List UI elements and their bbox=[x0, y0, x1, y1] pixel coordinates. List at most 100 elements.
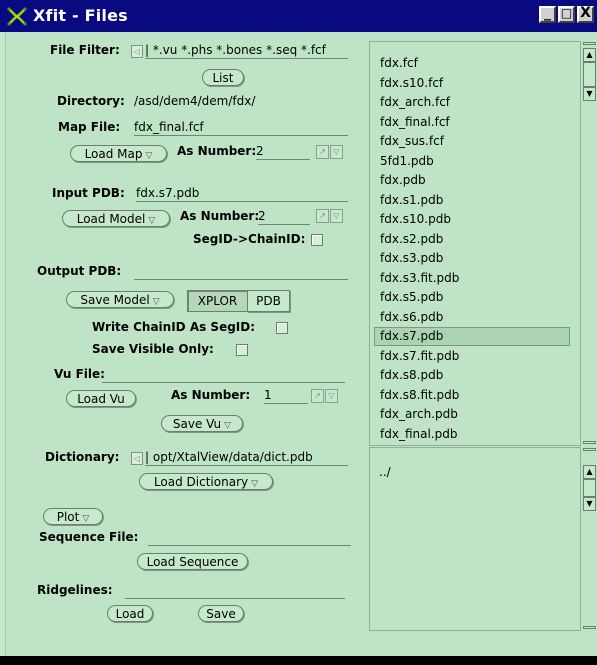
save-visible-label: Save Visible Only: bbox=[92, 342, 214, 356]
file-filter-cycle-icon[interactable]: ◁ bbox=[131, 45, 143, 58]
file-list-scrollbar[interactable]: ▲ ▼ bbox=[581, 41, 597, 446]
vu-as-number-label: As Number: bbox=[171, 388, 251, 402]
vu-as-number-input[interactable]: 1 bbox=[264, 388, 308, 404]
input-pdb-label: Input PDB: bbox=[52, 186, 125, 200]
output-pdb-input[interactable] bbox=[134, 264, 348, 280]
load-sequence-button[interactable]: Load Sequence bbox=[137, 553, 248, 570]
xfit-app-icon bbox=[6, 6, 28, 27]
ridgelines-save-button[interactable]: Save bbox=[198, 605, 244, 622]
directory-label: Directory: bbox=[57, 94, 125, 108]
save-vu-button[interactable]: Save Vu ▽ bbox=[161, 415, 243, 432]
file-list-item[interactable]: fdx_arch.fcf bbox=[380, 95, 450, 109]
scroll-top-cap[interactable] bbox=[583, 448, 596, 451]
model-as-number-label: As Number: bbox=[180, 209, 260, 223]
file-list-item[interactable]: fdx_arch.pdb bbox=[380, 407, 458, 421]
load-map-button[interactable]: Load Map ▽ bbox=[70, 145, 167, 162]
save-visible-checkbox[interactable] bbox=[236, 344, 248, 356]
plot-button[interactable]: Plot ▽ bbox=[43, 508, 103, 525]
directory-item[interactable]: ../ bbox=[379, 465, 391, 479]
vu-number-down-icon[interactable]: ▽ bbox=[325, 389, 338, 403]
dictionary-cycle-icon[interactable]: ◁ bbox=[131, 452, 143, 465]
map-as-number-label: As Number: bbox=[177, 144, 257, 158]
ridgelines-label: Ridgelines: bbox=[37, 583, 113, 597]
file-list-item[interactable]: fdx.s3.pdb bbox=[380, 251, 443, 265]
sequence-file-label: Sequence File: bbox=[39, 530, 139, 544]
file-list-item[interactable]: fdx.s5.pdb bbox=[380, 290, 443, 304]
maximize-button[interactable]: □ bbox=[558, 6, 575, 23]
save-model-button[interactable]: Save Model ▽ bbox=[66, 291, 174, 308]
directory-list[interactable]: ../ bbox=[369, 447, 581, 631]
file-filter-input[interactable]: | *.vu *.phs *.bones *.seq *.fcf bbox=[145, 43, 348, 59]
file-list[interactable]: fdx.fcf fdx.s10.fcf fdx_arch.fcf fdx_final.… bbox=[369, 41, 581, 446]
map-file-label: Map File: bbox=[58, 120, 121, 134]
file-list-item[interactable]: fdx.s8.fit.pdb bbox=[380, 388, 459, 402]
file-list-item[interactable]: fdx.s8.pdb bbox=[380, 368, 443, 382]
file-list-item[interactable]: fdx.s1.pdb bbox=[380, 193, 443, 207]
pdb-toggle[interactable]: PDB bbox=[247, 290, 290, 312]
load-vu-button[interactable]: Load Vu bbox=[66, 390, 136, 407]
sequence-file-input[interactable] bbox=[148, 530, 351, 546]
file-list-item[interactable]: fdx.s10.fcf bbox=[380, 76, 443, 90]
model-number-down-icon[interactable]: ▽ bbox=[330, 209, 343, 223]
model-number-up-icon[interactable]: ↗ bbox=[316, 209, 329, 223]
write-chainid-label: Write ChainID As SegID: bbox=[92, 320, 256, 334]
file-list-item[interactable]: fdx.fcf bbox=[380, 56, 418, 70]
map-number-down-icon[interactable]: ▽ bbox=[330, 145, 343, 159]
scroll-thumb[interactable] bbox=[583, 479, 596, 497]
window-titlebar[interactable]: Xfit - Files _ □ X bbox=[0, 0, 597, 32]
input-pdb-input[interactable]: fdx.s7.pdb bbox=[136, 186, 348, 202]
maximize-icon: □ bbox=[560, 6, 573, 20]
vu-file-input[interactable] bbox=[102, 367, 345, 383]
map-file-input[interactable]: fdx_final.fcf bbox=[134, 120, 348, 136]
xplor-toggle[interactable]: XPLOR bbox=[187, 290, 247, 312]
chevron-down-icon: ▽ bbox=[145, 151, 153, 161]
file-list-item[interactable]: fdx.s7.fit.pdb bbox=[380, 349, 459, 363]
chevron-down-icon: ▽ bbox=[82, 514, 90, 524]
file-list-item[interactable]: fdx_final.pdb bbox=[380, 427, 457, 441]
dictionary-label: Dictionary: bbox=[45, 450, 120, 464]
file-list-item[interactable]: fdx_final.fcf bbox=[380, 115, 450, 129]
directory-value: /asd/dem4/dem/fdx/ bbox=[134, 94, 256, 108]
chevron-down-icon: ▽ bbox=[148, 216, 156, 226]
dictionary-input[interactable]: | opt/XtalView/data/dict.pdb bbox=[145, 450, 348, 466]
segid-chainid-label: SegID->ChainID: bbox=[193, 232, 306, 246]
directory-list-scrollbar[interactable]: ▲ ▼ bbox=[581, 447, 597, 631]
ridgelines-load-button[interactable]: Load bbox=[107, 605, 153, 622]
scroll-up-icon[interactable]: ▲ bbox=[583, 48, 596, 62]
minimize-icon: _ bbox=[544, 5, 551, 21]
scroll-bottom-cap[interactable] bbox=[583, 626, 596, 629]
scroll-up-icon[interactable]: ▲ bbox=[583, 465, 596, 479]
file-list-item[interactable]: fdx.s2.pdb bbox=[380, 232, 443, 246]
load-model-button[interactable]: Load Model ▽ bbox=[62, 210, 170, 227]
file-list-item[interactable]: fdx_sus.fcf bbox=[380, 134, 444, 148]
map-as-number-input[interactable]: 2 bbox=[256, 144, 310, 160]
scroll-top-cap[interactable] bbox=[583, 42, 596, 45]
chevron-down-icon: ▽ bbox=[224, 421, 232, 431]
write-chainid-checkbox[interactable] bbox=[276, 322, 288, 334]
window-title: Xfit - Files bbox=[33, 6, 128, 25]
segid-chainid-checkbox[interactable] bbox=[311, 234, 323, 246]
minimize-button[interactable]: _ bbox=[539, 5, 556, 23]
load-dictionary-button[interactable]: Load Dictionary ▽ bbox=[139, 473, 273, 490]
file-list-item[interactable]: fdx.s10.pdb bbox=[380, 212, 451, 226]
file-list-item-selected[interactable]: fdx.s7.pdb bbox=[380, 329, 443, 343]
map-number-up-icon[interactable]: ↗ bbox=[316, 145, 329, 159]
scroll-bottom-cap[interactable] bbox=[583, 441, 596, 444]
file-filter-label: File Filter: bbox=[50, 43, 120, 57]
chevron-down-icon: ▽ bbox=[251, 479, 259, 489]
close-button[interactable]: X bbox=[577, 5, 594, 23]
scroll-down-icon[interactable]: ▼ bbox=[583, 87, 596, 101]
model-as-number-input[interactable]: 2 bbox=[258, 209, 310, 225]
output-pdb-label: Output PDB: bbox=[37, 264, 122, 278]
list-button[interactable]: List bbox=[202, 69, 244, 86]
file-list-item[interactable]: 5fd1.pdb bbox=[380, 154, 434, 168]
scroll-down-icon[interactable]: ▼ bbox=[583, 497, 596, 511]
file-list-item[interactable]: fdx.s6.pdb bbox=[380, 310, 443, 324]
ridgelines-input[interactable] bbox=[125, 583, 345, 599]
file-list-item[interactable]: fdx.pdb bbox=[380, 173, 426, 187]
chevron-down-icon: ▽ bbox=[152, 297, 160, 307]
vu-number-up-icon[interactable]: ↗ bbox=[311, 389, 324, 403]
window-bottom-edge bbox=[0, 656, 597, 665]
scroll-thumb[interactable] bbox=[583, 62, 596, 87]
file-list-item[interactable]: fdx.s3.fit.pdb bbox=[380, 271, 459, 285]
